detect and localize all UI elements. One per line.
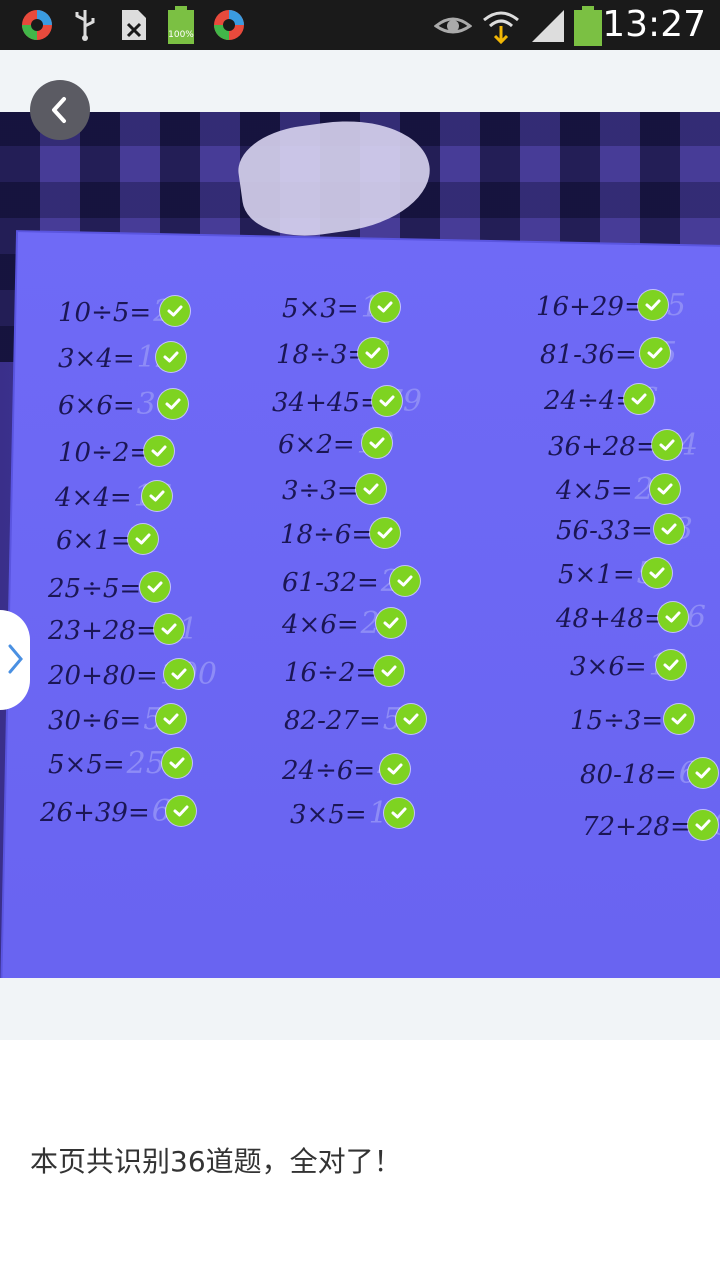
check-circle-icon: [128, 524, 158, 554]
equation-question: 26+39=: [40, 798, 150, 828]
check-circle-icon: [640, 338, 670, 368]
check-circle-icon: [396, 704, 426, 734]
usb-icon: [75, 10, 95, 41]
equation-question: 82-27=: [284, 706, 381, 736]
check-circle-icon: [156, 704, 186, 734]
equation-question: 10÷2=: [58, 438, 152, 468]
equation-question: 10÷5=: [58, 298, 152, 328]
check-circle-icon: [370, 292, 400, 322]
equation-question: 16÷2=: [284, 658, 378, 688]
battery-small-icon: 100%: [166, 6, 196, 44]
equation-question: 3×5=: [290, 800, 367, 830]
worksheet-photo: 10÷5=23×4=126×6=3610÷2=54×4=166×1=625÷5=…: [0, 112, 720, 978]
check-circle-icon: [160, 296, 190, 326]
chevron-right-icon: [8, 644, 23, 674]
equation-question: 5×5=: [48, 750, 125, 780]
check-circle-icon: [362, 428, 392, 458]
equation-question: 6×1=: [56, 526, 133, 556]
equation-question: 20+80=: [48, 661, 158, 691]
equation-question: 18÷6=: [280, 520, 374, 550]
check-circle-icon: [154, 614, 184, 644]
check-circle-icon: [156, 342, 186, 372]
equation-layer: 10÷5=23×4=126×6=3610÷2=54×4=166×1=625÷5=…: [0, 112, 720, 978]
equation-question: 34+45=: [272, 388, 382, 418]
equation-question: 25÷5=: [48, 574, 142, 604]
equation-question: 15÷3=: [570, 706, 664, 736]
result-text: 本页共识别36道题，全对了！: [30, 1145, 402, 1178]
equation-question: 16+29=: [536, 292, 646, 322]
check-circle-icon: [654, 514, 684, 544]
check-circle-icon: [374, 656, 404, 686]
check-circle-icon: [370, 518, 400, 548]
check-circle-icon: [376, 608, 406, 638]
equation-question: 61-32=: [282, 568, 379, 598]
back-button[interactable]: [30, 80, 90, 140]
check-circle-icon: [358, 338, 388, 368]
check-circle-icon: [142, 481, 172, 511]
equation-question: 6×2=: [278, 430, 355, 460]
check-circle-icon: [664, 704, 694, 734]
check-circle-icon: [624, 384, 654, 414]
check-circle-icon: [380, 754, 410, 784]
check-circle-icon: [688, 810, 718, 840]
check-circle-icon: [390, 566, 420, 596]
equation-question: 72+28=: [582, 812, 692, 842]
equation-question: 4×4=: [55, 483, 132, 513]
chevron-left-icon: [52, 97, 66, 123]
check-circle-icon: [166, 796, 196, 826]
app-icon: [214, 10, 244, 40]
check-circle-icon: [164, 659, 194, 689]
equation-item: 30÷6=5: [48, 702, 162, 737]
equation-question: 4×6=: [282, 610, 359, 640]
check-circle-icon: [372, 386, 402, 416]
equation-question: 18÷3=: [276, 340, 370, 370]
battery-icon: [574, 6, 602, 46]
check-circle-icon: [642, 558, 672, 588]
check-circle-icon: [658, 602, 688, 632]
equation-question: 3÷3=: [282, 476, 359, 506]
equation-question: 5×3=: [282, 294, 359, 324]
status-bar: 100% 13:27: [0, 0, 720, 50]
check-circle-icon: [356, 474, 386, 504]
equation-question: 23+28=: [48, 616, 158, 646]
check-circle-icon: [650, 474, 680, 504]
check-circle-icon: [688, 758, 718, 788]
equation-answer: 25: [126, 746, 165, 781]
equation-question: 56-33=: [556, 516, 653, 546]
equation-question: 80-18=: [580, 760, 677, 790]
equation-question: 5×1=: [558, 560, 635, 590]
wifi-icon: [483, 11, 519, 44]
eye-icon: [434, 17, 472, 34]
header-area: [0, 50, 720, 112]
equation-question: 3×6=: [570, 652, 647, 682]
check-circle-icon: [144, 436, 174, 466]
check-circle-icon: [162, 748, 192, 778]
check-circle-icon: [652, 430, 682, 460]
equation-question: 36+28=: [548, 432, 658, 462]
equation-question: 48+48=: [556, 604, 666, 634]
equation-question: 3×4=: [58, 344, 135, 374]
signal-icon: [532, 10, 564, 42]
app-icon: [22, 10, 52, 40]
check-circle-icon: [158, 389, 188, 419]
equation-question: 4×5=: [556, 476, 633, 506]
equation-question: 30÷6=: [48, 706, 142, 736]
clock: 13:27: [602, 4, 706, 45]
check-circle-icon: [384, 798, 414, 828]
equation-question: 24÷6=: [282, 756, 376, 786]
check-circle-icon: [140, 572, 170, 602]
equation-item: 10÷5=2: [58, 294, 172, 329]
equation-question: 81-36=: [540, 340, 637, 370]
sim-icon: [122, 10, 146, 40]
equation-item: 5×5=25: [48, 746, 165, 781]
check-circle-icon: [656, 650, 686, 680]
equation-question: 6×6=: [58, 391, 135, 421]
check-circle-icon: [638, 290, 668, 320]
